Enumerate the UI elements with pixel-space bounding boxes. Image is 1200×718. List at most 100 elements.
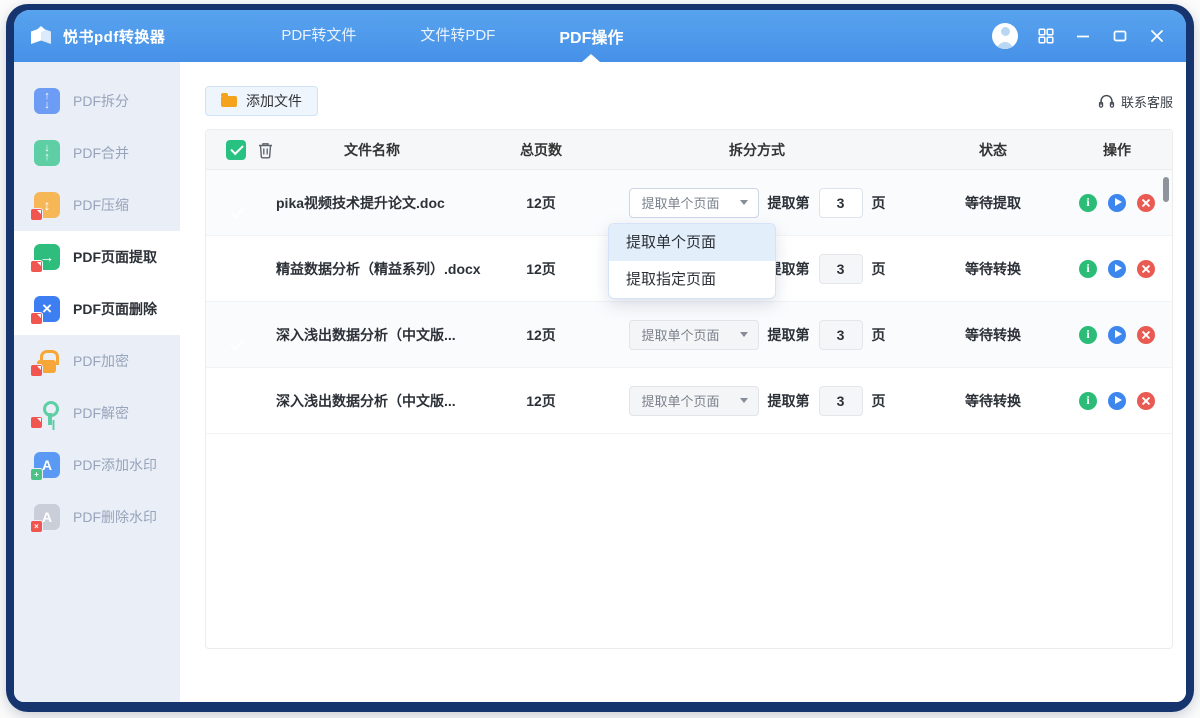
page-unit-label: 页	[872, 193, 886, 213]
pdf-badge-icon	[30, 312, 43, 325]
sidebar-item-pdf-encrypt[interactable]: PDF加密	[14, 335, 180, 387]
split-method-select[interactable]: 提取单个页面	[629, 320, 759, 350]
table-header-row: 文件名称 总页数 拆分方式 状态 操作	[206, 130, 1172, 170]
page-number-input[interactable]	[819, 320, 863, 350]
apps-grid-icon[interactable]	[1037, 27, 1055, 45]
status-text: 等待转换	[923, 391, 1063, 411]
table-row: 深入浅出数据分析（中文版... 12页 提取单个页面 提取第 页 等待转换	[206, 368, 1172, 434]
app-logo-book-icon	[28, 24, 54, 48]
table-scrollbar-thumb[interactable]	[1163, 177, 1169, 202]
page-unit-label: 页	[872, 325, 886, 345]
tab-pdf-to-file[interactable]: PDF转文件	[281, 10, 356, 62]
split-method-value: 提取单个页面	[642, 193, 720, 212]
select-all-checkbox[interactable]	[226, 140, 246, 160]
dropdown-option-specified-page[interactable]: 提取指定页面	[609, 261, 775, 298]
remove-file-icon[interactable]	[1137, 260, 1155, 278]
page-number-input[interactable]	[819, 386, 863, 416]
sidebar-item-pdf-page-extract[interactable]: → PDF页面提取	[14, 231, 180, 283]
compress-icon: ↕	[34, 192, 60, 218]
maximize-icon[interactable]	[1111, 27, 1129, 45]
sidebar-item-label: PDF页面删除	[73, 299, 157, 319]
remove-file-icon[interactable]	[1137, 326, 1155, 344]
contact-support-link[interactable]: 联系客服	[1098, 92, 1173, 111]
sidebar-item-pdf-add-watermark[interactable]: A + PDF添加水印	[14, 439, 180, 491]
page-count: 12页	[491, 193, 591, 213]
titlebar: 悦书pdf转换器 PDF转文件 文件转PDF PDF操作	[14, 10, 1186, 62]
encrypt-lock-icon	[34, 348, 60, 374]
sidebar-item-label: PDF拆分	[73, 91, 129, 111]
play-icon[interactable]	[1108, 194, 1126, 212]
status-text: 等待转换	[923, 259, 1063, 279]
page-count: 12页	[491, 325, 591, 345]
app-window-frame: 悦书pdf转换器 PDF转文件 文件转PDF PDF操作	[6, 4, 1194, 712]
trash-icon[interactable]	[257, 141, 274, 159]
sidebar-item-label: PDF加密	[73, 351, 129, 371]
tab-pdf-operations[interactable]: PDF操作	[559, 10, 623, 62]
col-header-filename: 文件名称	[276, 140, 491, 160]
col-header-split-method: 拆分方式	[591, 140, 923, 160]
close-icon[interactable]	[1148, 27, 1166, 45]
main-content: 添加文件 联系客服	[180, 62, 1186, 702]
sidebar-item-pdf-remove-watermark[interactable]: A × PDF删除水印	[14, 491, 180, 543]
file-name: 深入浅出数据分析（中文版...	[276, 325, 491, 345]
sidebar-item-pdf-merge[interactable]: ↓↑ PDF合并	[14, 127, 180, 179]
folder-icon	[221, 96, 237, 107]
page-unit-label: 页	[872, 391, 886, 411]
add-file-label: 添加文件	[246, 91, 302, 111]
split-method-select[interactable]: 提取单个页面	[629, 386, 759, 416]
dropdown-option-single-page[interactable]: 提取单个页面	[609, 224, 775, 261]
pdf-badge-icon	[30, 208, 43, 221]
sidebar-item-label: PDF添加水印	[73, 455, 157, 475]
pdf-badge-icon	[30, 364, 43, 377]
chevron-down-icon	[740, 398, 748, 403]
remove-watermark-icon: A ×	[34, 504, 60, 530]
page-count: 12页	[491, 391, 591, 411]
col-header-status: 状态	[923, 140, 1063, 160]
pdf-badge-icon	[30, 416, 43, 429]
info-icon[interactable]: i	[1079, 326, 1097, 344]
minimize-icon[interactable]	[1074, 27, 1092, 45]
extract-prefix-label: 提取第	[768, 391, 810, 411]
cross-badge-icon: ×	[30, 520, 43, 533]
page-number-input[interactable]	[819, 254, 863, 284]
info-icon[interactable]: i	[1079, 392, 1097, 410]
tab-file-to-pdf[interactable]: 文件转PDF	[420, 10, 495, 62]
sidebar-item-pdf-page-delete[interactable]: × PDF页面删除	[14, 283, 180, 335]
file-name: pika视频技术提升论文.doc	[276, 193, 491, 213]
sidebar-item-pdf-decrypt[interactable]: PDF解密	[14, 387, 180, 439]
contact-support-label: 联系客服	[1121, 92, 1173, 111]
delete-page-icon: ×	[34, 296, 60, 322]
split-method-value: 提取单个页面	[642, 325, 720, 344]
info-icon[interactable]: i	[1079, 260, 1097, 278]
file-name: 精益数据分析（精益系列）.docx	[276, 259, 491, 279]
sidebar-item-label: PDF删除水印	[73, 507, 157, 527]
play-icon[interactable]	[1108, 326, 1126, 344]
split-method-select[interactable]: 提取单个页面	[629, 188, 759, 218]
sidebar-item-pdf-split[interactable]: ↑↓ PDF拆分	[14, 75, 180, 127]
add-file-button[interactable]: 添加文件	[205, 86, 318, 116]
play-icon[interactable]	[1108, 392, 1126, 410]
app-window: 悦书pdf转换器 PDF转文件 文件转PDF PDF操作	[14, 10, 1186, 702]
user-avatar[interactable]	[992, 23, 1018, 49]
split-icon: ↑↓	[34, 88, 60, 114]
titlebar-right	[992, 23, 1166, 49]
page-unit-label: 页	[872, 259, 886, 279]
merge-icon: ↓↑	[34, 140, 60, 166]
sidebar-item-pdf-compress[interactable]: ↕ PDF压缩	[14, 179, 180, 231]
table-row: 深入浅出数据分析（中文版... 12页 提取单个页面 提取第 页 等待转换	[206, 302, 1172, 368]
split-method-value: 提取单个页面	[642, 391, 720, 410]
play-icon[interactable]	[1108, 260, 1126, 278]
sidebar: ↑↓ PDF拆分 ↓↑ PDF合并 ↕ PDF压缩	[14, 62, 180, 702]
remove-file-icon[interactable]	[1137, 194, 1155, 212]
page-count: 12页	[491, 259, 591, 279]
headset-icon	[1098, 93, 1115, 109]
sidebar-item-label: PDF解密	[73, 403, 129, 423]
page-number-input[interactable]	[819, 188, 863, 218]
plus-badge-icon: +	[30, 468, 43, 481]
remove-file-icon[interactable]	[1137, 392, 1155, 410]
info-icon[interactable]: i	[1079, 194, 1097, 212]
file-table: 文件名称 总页数 拆分方式 状态 操作 pika视频技术提升论文.doc 12页	[205, 129, 1173, 649]
add-watermark-icon: A +	[34, 452, 60, 478]
status-text: 等待转换	[923, 325, 1063, 345]
app-title: 悦书pdf转换器	[63, 26, 165, 47]
